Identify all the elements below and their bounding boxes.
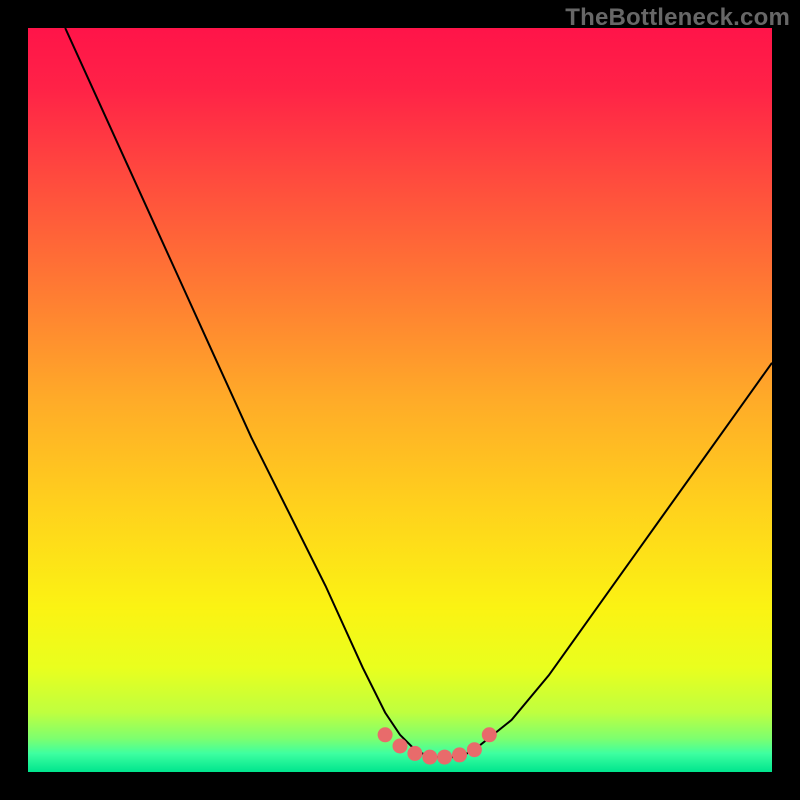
chart-svg [28,28,772,772]
marker-dot [482,727,497,742]
chart-plot [28,28,772,772]
marker-dot [393,739,408,754]
chart-stage: TheBottleneck.com [0,0,800,800]
gradient-fill [28,28,772,772]
marker-dot [422,750,437,765]
marker-dot [452,747,467,762]
marker-dot [407,746,422,761]
marker-dot [437,750,452,765]
marker-dot [467,742,482,757]
marker-dot [378,727,393,742]
